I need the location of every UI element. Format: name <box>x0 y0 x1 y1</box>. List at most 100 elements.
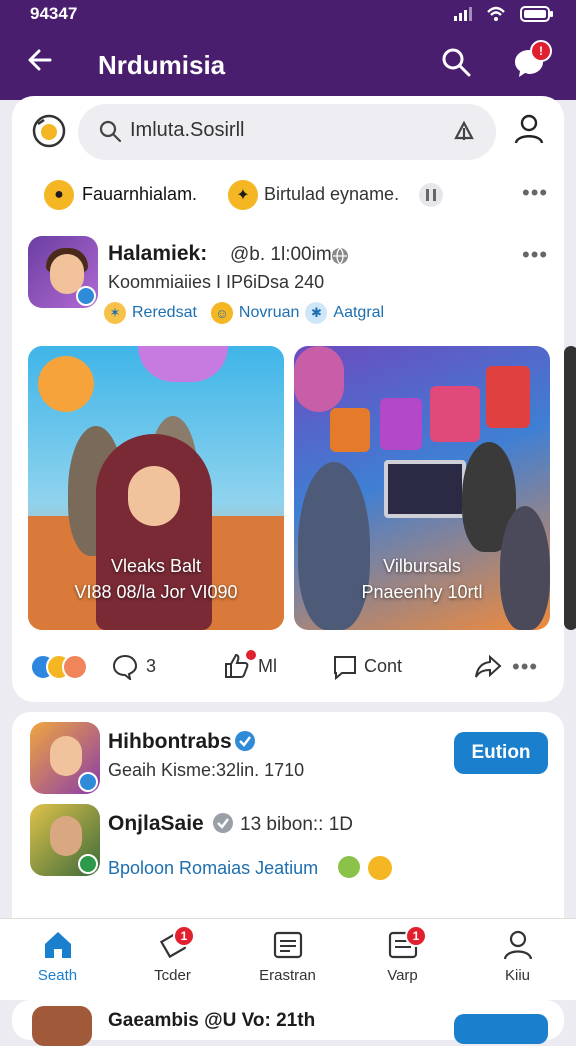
upload-icon[interactable] <box>450 118 478 146</box>
globe-icon <box>332 247 348 265</box>
profile-icon <box>503 930 533 960</box>
tab-label-news: Erastran <box>259 967 316 984</box>
lime-emoji-icon <box>338 856 360 878</box>
peek-follow-button[interactable] <box>454 1014 548 1044</box>
follow-button[interactable]: Eution <box>454 732 548 774</box>
comment-count[interactable]: 3 <box>146 656 156 677</box>
tab-inbox-badge: 1 <box>405 925 427 947</box>
love-reaction-icon <box>62 654 88 680</box>
balloon-shape <box>138 346 228 382</box>
tab-news[interactable]: Erastran <box>230 919 345 1001</box>
avatar-face <box>50 816 82 856</box>
story-item-1[interactable]: Fauarnhialam. <box>82 184 197 205</box>
media-tile-1[interactable]: Vleaks Balt VI88 08/la Jor VI090 <box>28 346 284 630</box>
balloon-shape <box>38 356 94 412</box>
media-tile-peek[interactable] <box>564 346 576 630</box>
suggestion-avatar-1[interactable] <box>30 722 100 794</box>
tile1-caption-1: Vleaks Balt <box>110 556 202 576</box>
post-meta: @b. 1l:00ime <box>230 244 343 265</box>
face-shape <box>128 466 180 526</box>
share-label[interactable]: Cont <box>364 656 402 677</box>
sparkle-icon: ✶ <box>104 302 126 324</box>
home-icon <box>45 932 71 958</box>
search-icon <box>99 120 122 143</box>
post-author[interactable]: Halamiek: <box>108 242 207 266</box>
verified-badge-icon <box>78 854 98 874</box>
person-figure <box>298 462 370 630</box>
tag-1[interactable]: Reredsat <box>132 304 197 322</box>
signal-icon <box>454 7 472 21</box>
feed-card: Imluta.Sosirll ● Fauarnhialam. ✦ Birtula… <box>12 96 576 702</box>
like-dot-badge <box>246 650 256 660</box>
back-arrow-icon[interactable] <box>26 46 54 74</box>
suggestion-name-1[interactable]: Hihbontrabs <box>108 730 232 754</box>
app-logo-icon[interactable] <box>30 112 68 150</box>
share-icon[interactable] <box>474 654 502 680</box>
suggestion-name-2[interactable]: OnjlaSaie <box>108 812 204 836</box>
pause-icon[interactable] <box>418 182 444 208</box>
like-count[interactable]: Ml <box>258 656 277 677</box>
star-icon: ✦ <box>228 180 258 210</box>
tab-inbox[interactable]: 1 Varp <box>345 919 460 1001</box>
verified-check-icon <box>213 813 233 833</box>
tab-label-profile: Kiiu <box>504 967 530 984</box>
status-bar: 94347 <box>0 0 576 30</box>
tab-home[interactable]: Seath <box>0 919 115 1001</box>
post-actions: 3 Ml Cont ••• <box>12 646 564 688</box>
wifi-icon <box>487 6 505 21</box>
message-icon[interactable] <box>332 654 358 680</box>
bee-icon: ● <box>44 180 74 210</box>
search-input[interactable]: Imluta.Sosirll <box>130 119 244 142</box>
post-more-icon[interactable]: ••• <box>522 242 548 268</box>
peek-row[interactable]: Gaeambis @U Vo: 21th <box>12 1000 564 1046</box>
suggestion-meta-2: 13 bibon:: 1D <box>240 814 354 835</box>
screen-sign <box>486 366 530 428</box>
search-icon[interactable] <box>440 46 472 78</box>
screen-sign <box>380 398 422 450</box>
tab-tags-badge: 1 <box>173 925 195 947</box>
search-row: Imluta.Sosirll <box>12 96 564 166</box>
comment-icon[interactable] <box>112 654 138 680</box>
page-title: Nrdumisia <box>98 50 226 80</box>
avatar-face <box>50 736 82 776</box>
tile2-caption-1: Vilbursals <box>383 556 461 576</box>
post-subtitle: Koommiaiies I IP6iDsa 240 <box>108 272 325 292</box>
smile-emoji-icon <box>368 856 392 880</box>
user-icon[interactable] <box>512 112 546 146</box>
app-bar: Nrdumisia ! <box>0 30 576 100</box>
suggestions-card: Hihbontrabs Geaih Kisme:32lin. 1710 Euti… <box>12 712 564 952</box>
gear-icon: ✱ <box>305 302 328 324</box>
battery-icon <box>520 6 553 22</box>
screen-sign <box>330 408 370 452</box>
laptop-shape <box>384 460 466 518</box>
tab-profile[interactable]: Kiiu <box>460 919 575 1001</box>
chat-badge: ! <box>530 40 552 62</box>
tag-3[interactable]: Aatgral <box>333 304 384 322</box>
post-tags: ✶ Reredsat ☺ Novruan ✱ Aatgral <box>104 302 384 324</box>
actions-more-icon[interactable]: ••• <box>512 654 538 680</box>
tab-label-home: Seath <box>37 967 78 984</box>
balloon-shape <box>294 346 344 412</box>
tile1-caption-2: VI88 08/la Jor VI090 <box>74 582 238 602</box>
tab-tags[interactable]: 1 Tcder <box>115 919 230 1001</box>
messenger-button[interactable]: ! <box>512 40 552 80</box>
news-icon <box>273 931 303 959</box>
media-tile-2[interactable]: Vilbursals Pnaeenhy 10rtl <box>294 346 550 630</box>
stories-row: ● Fauarnhialam. ✦ Birtulad eyname. ••• <box>12 176 564 216</box>
verified-check-icon <box>235 731 255 751</box>
bottom-tab-bar: Seath 1 Tcder Erastran 1 Varp Kiiu <box>0 918 576 1000</box>
screen-sign <box>430 386 480 442</box>
verified-badge-icon <box>76 286 96 306</box>
tile2-caption-2: Pnaeenhy 10rtl <box>361 582 483 602</box>
story-item-2[interactable]: Birtulad eyname. <box>264 184 399 205</box>
search-bar[interactable]: Imluta.Sosirll <box>78 104 496 160</box>
suggestion-sub-1: Geaih Kisme:32lin. 1710 <box>108 760 305 780</box>
status-time: 94347 <box>30 4 78 23</box>
tab-label-tags: Tcder <box>154 967 191 984</box>
suggestion-avatar-2[interactable] <box>30 804 100 876</box>
more-options-icon[interactable]: ••• <box>522 180 548 206</box>
suggestion-sub-2[interactable]: Bpoloon Romaias Jeatium <box>108 858 318 879</box>
tab-label-inbox: Varp <box>387 967 418 984</box>
post-avatar[interactable] <box>28 236 98 308</box>
tag-2[interactable]: Novruan <box>239 304 299 322</box>
